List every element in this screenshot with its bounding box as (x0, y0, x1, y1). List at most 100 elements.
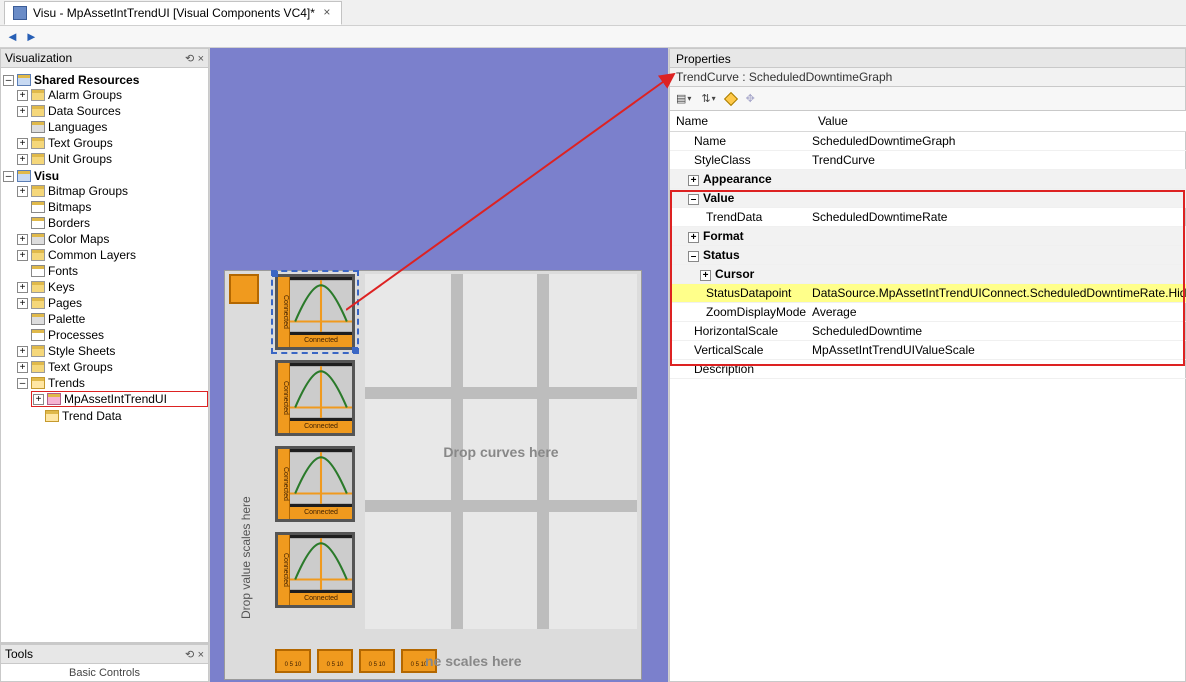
prop-cat-status[interactable]: –Status (670, 246, 1186, 265)
time-scale-widget[interactable]: 0 5 10 (359, 649, 395, 673)
tree-mpassetinttrendui[interactable]: MpAssetIntTrendUI (64, 392, 167, 406)
trend-curve-2[interactable]: Connected Connected (275, 360, 355, 436)
trend-curve-1[interactable]: Connected Connected (275, 274, 355, 350)
tree-languages[interactable]: Languages (48, 120, 107, 134)
tree-toggle[interactable]: + (17, 106, 28, 117)
visu-icon (17, 170, 31, 182)
tree-borders[interactable]: Borders (48, 216, 90, 230)
tree-bitmaps[interactable]: Bitmaps (48, 200, 91, 214)
folder-icon (31, 153, 45, 165)
panel-close-button[interactable]: × (198, 649, 204, 661)
events-button[interactable] (726, 94, 736, 104)
panel-close-button[interactable]: × (198, 53, 204, 65)
prop-row-trenddata[interactable]: TrendDataScheduledDowntimeRate (670, 208, 1186, 227)
visualization-panel-title: Visualization (5, 51, 72, 65)
prop-row-statusdatapoint[interactable]: StatusDatapointDataSource.MpAssetIntTren… (670, 284, 1186, 303)
curves-drop-hint: Drop curves here (443, 444, 558, 460)
panel-pin-icon[interactable]: ⟲ (185, 53, 194, 65)
nav-back-button[interactable]: ◄ (6, 29, 19, 44)
tools-panel-header[interactable]: Tools ⟲ × (0, 644, 209, 664)
trend-designer[interactable]: Drop value scales here Connected Connect… (224, 270, 642, 680)
tree-trends[interactable]: Trends (48, 376, 85, 390)
tree-toggle[interactable]: – (17, 378, 28, 389)
curve-plot-preview (290, 535, 352, 593)
tree-alarm-groups[interactable]: Alarm Groups (48, 88, 122, 102)
time-scale-widget[interactable]: 0 5 10 (317, 649, 353, 673)
prop-row-name[interactable]: NameScheduledDowntimeGraph (670, 132, 1186, 151)
tree-text-groups[interactable]: Text Groups (48, 136, 113, 150)
visualization-tree[interactable]: – Shared Resources + Alarm Groups + Data So… (0, 68, 209, 643)
tree-data-sources[interactable]: Data Sources (48, 104, 121, 118)
prop-row-styleclass[interactable]: StyleClassTrendCurve (670, 151, 1186, 170)
tree-toggle[interactable]: + (17, 234, 28, 245)
categorize-button[interactable]: ▤▾ (676, 92, 691, 105)
visualization-panel-header[interactable]: Visualization ⟲ × (0, 48, 209, 68)
tree-unit-groups[interactable]: Unit Groups (48, 152, 112, 166)
tree-toggle[interactable]: – (3, 75, 14, 86)
properties-grid[interactable]: NameValue NameScheduledDowntimeGraph Sty… (669, 111, 1186, 682)
time-scales-drop-hint: ne scales here (425, 653, 522, 669)
curves-column: Connected Connected Connected Connected … (275, 274, 355, 608)
time-scale-widget[interactable]: 0 5 10 (275, 649, 311, 673)
tree-spacer (17, 266, 28, 277)
tree-toggle[interactable]: + (17, 154, 28, 165)
document-tab[interactable]: Visu - MpAssetIntTrendUI [Visual Compone… (4, 1, 342, 25)
tree-style-sheets[interactable]: Style Sheets (48, 344, 115, 358)
tree-common-layers[interactable]: Common Layers (48, 248, 136, 262)
nav-forward-button[interactable]: ► (25, 29, 38, 44)
properties-panel-header[interactable]: Properties (669, 48, 1186, 68)
tree-processes[interactable]: Processes (48, 328, 104, 342)
tree-visu[interactable]: Visu (34, 169, 59, 183)
value-scale-widget[interactable] (229, 274, 259, 304)
curves-drop-grid[interactable]: Drop curves here (365, 274, 637, 629)
tree-color-maps[interactable]: Color Maps (48, 232, 109, 246)
tab-close-button[interactable]: × (321, 7, 333, 19)
trend-curve-4[interactable]: Connected Connected (275, 532, 355, 608)
tree-toggle[interactable]: – (3, 171, 14, 182)
trenddata-icon (45, 410, 59, 422)
col-name[interactable]: Name (670, 111, 812, 132)
tree-toggle[interactable]: + (17, 282, 28, 293)
tree-keys[interactable]: Keys (48, 280, 75, 294)
curve-side-label: Connected (278, 363, 290, 433)
prop-row-horizontalscale[interactable]: HorizontalScaleScheduledDowntime (670, 322, 1186, 341)
tree-toggle[interactable]: + (17, 346, 28, 357)
value-scales-drop-hint: Drop value scales here (239, 599, 253, 619)
sort-button[interactable]: ⇅▾ (701, 92, 715, 105)
curve-side-label: Connected (278, 277, 290, 347)
tree-toggle[interactable]: + (17, 298, 28, 309)
prop-cat-appearance[interactable]: +Appearance (670, 170, 1186, 189)
panel-pin-icon[interactable]: ⟲ (185, 649, 194, 661)
workspace: Visualization ⟲ × – Shared Resources + Ala… (0, 48, 1186, 682)
prop-cat-cursor[interactable]: +Cursor (670, 265, 1186, 284)
tree-pages[interactable]: Pages (48, 296, 82, 310)
tree-trend-data[interactable]: Trend Data (62, 409, 122, 423)
tree-toggle[interactable]: + (17, 138, 28, 149)
folder-icon (31, 281, 45, 293)
tools-basic-controls[interactable]: Basic Controls (0, 664, 209, 682)
tree-toggle[interactable]: + (33, 394, 44, 405)
tree-palette[interactable]: Palette (48, 312, 85, 326)
tree-bitmap-groups[interactable]: Bitmap Groups (48, 184, 128, 198)
tree-toggle[interactable]: + (17, 362, 28, 373)
globe-icon (31, 121, 45, 133)
designer-canvas-area: Drop value scales here Connected Connect… (210, 48, 668, 682)
tree-shared-resources[interactable]: Shared Resources (34, 73, 139, 87)
prop-row-zoomdisplaymode[interactable]: ZoomDisplayModeAverage (670, 303, 1186, 322)
trend-curve-3[interactable]: Connected Connected (275, 446, 355, 522)
colormaps-icon (31, 233, 45, 245)
move-icon[interactable]: ✥ (746, 92, 755, 105)
col-value[interactable]: Value (812, 111, 1186, 132)
tree-fonts[interactable]: Fonts (48, 264, 78, 278)
prop-cat-format[interactable]: +Format (670, 227, 1186, 246)
trends-icon (31, 377, 45, 389)
properties-title: Properties (676, 52, 731, 66)
tree-toggle[interactable]: + (17, 250, 28, 261)
prop-row-verticalscale[interactable]: VerticalScaleMpAssetIntTrendUIValueScale (670, 341, 1186, 360)
tree-text-groups-v[interactable]: Text Groups (48, 360, 113, 374)
curve-side-label: Connected (278, 535, 290, 605)
tree-toggle[interactable]: + (17, 186, 28, 197)
prop-row-description[interactable]: Description (670, 360, 1186, 379)
prop-cat-value[interactable]: –Value (670, 189, 1186, 208)
tree-toggle[interactable]: + (17, 90, 28, 101)
